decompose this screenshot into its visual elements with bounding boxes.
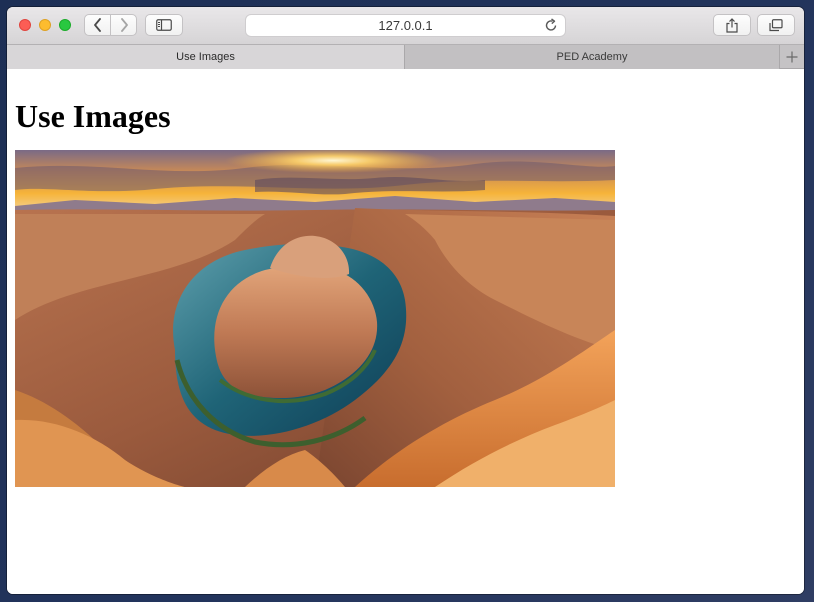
back-button[interactable]: [85, 15, 111, 35]
browser-toolbar: 127.0.0.1: [7, 7, 804, 44]
share-icon: [726, 17, 738, 33]
tabs-overview-icon: [769, 18, 783, 31]
reload-icon: [545, 18, 557, 31]
tab-label: Use Images: [176, 51, 235, 63]
page-content: Use Images: [7, 69, 804, 594]
minimize-window-button[interactable]: [39, 19, 51, 31]
tab-overview-button[interactable]: [757, 14, 795, 36]
sidebar-icon: [156, 19, 172, 31]
page-title: Use Images: [15, 98, 171, 134]
zoom-window-button[interactable]: [59, 19, 71, 31]
new-tab-button[interactable]: [780, 45, 804, 69]
url-text: 127.0.0.1: [378, 18, 433, 33]
sidebar-toggle-button[interactable]: [145, 14, 183, 36]
tab-bar: Use Images PED Academy: [7, 44, 804, 69]
address-bar[interactable]: 127.0.0.1: [245, 14, 566, 37]
canyon-photo: [15, 150, 615, 487]
tab-ped-academy[interactable]: PED Academy: [405, 45, 780, 69]
navigation-buttons: [84, 14, 137, 36]
forward-button[interactable]: [111, 15, 136, 35]
plus-icon: [786, 51, 798, 63]
chevron-right-icon: [120, 18, 128, 32]
reload-button[interactable]: [545, 18, 558, 37]
chevron-left-icon: [93, 18, 101, 32]
tab-label: PED Academy: [556, 51, 628, 63]
tab-use-images[interactable]: Use Images: [7, 45, 405, 69]
share-button[interactable]: [713, 14, 751, 36]
close-window-button[interactable]: [19, 19, 31, 31]
browser-window: 127.0.0.1 Use Images PED Academy Use Ima…: [7, 7, 804, 594]
